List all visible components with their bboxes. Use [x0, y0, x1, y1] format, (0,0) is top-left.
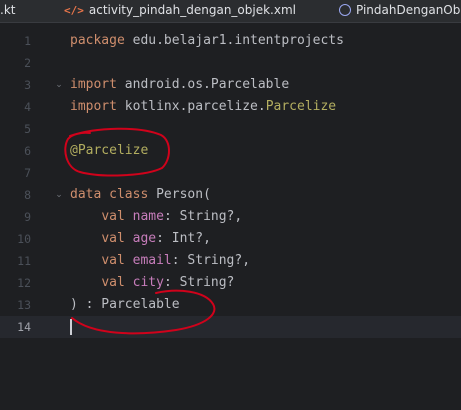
tab-pindah-dengan-objek[interactable]: PindahDenganOb	[339, 0, 460, 22]
tab-kotlin-file-label: .kt	[0, 3, 16, 17]
editor-tab-bar: .kt </> activity_pindah_dengan_objek.xml …	[0, 0, 461, 23]
code-editor[interactable]: 1 package edu.belajar1.intentprojects 2 …	[0, 23, 461, 410]
tab-activity-xml[interactable]: </> activity_pindah_dengan_objek.xml	[64, 0, 296, 22]
tab-kotlin-file[interactable]: .kt	[0, 0, 15, 22]
red-circle-parcelize-annotation	[64, 127, 170, 177]
xml-tag-icon: </>	[64, 3, 84, 17]
red-marker-annotations	[64, 127, 216, 335]
tab-activity-xml-label: activity_pindah_dengan_objek.xml	[88, 3, 296, 17]
class-icon	[339, 3, 351, 16]
red-circle-parcelable-supertype	[71, 289, 216, 335]
tab-pindah-dengan-objek-label: PindahDenganOb	[356, 3, 461, 17]
